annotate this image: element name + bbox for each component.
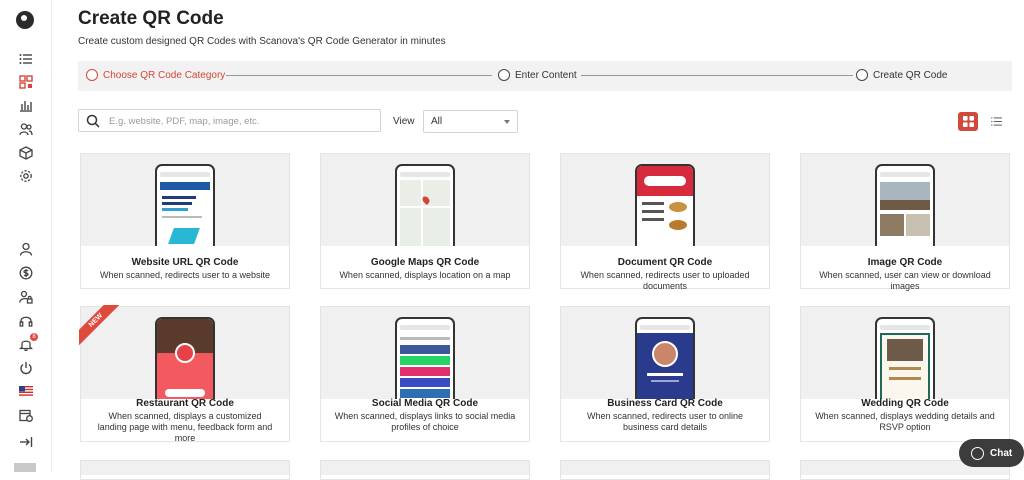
card-description: When scanned, displays links to social m… [334,411,516,432]
card-partial[interactable] [80,460,290,480]
card-description: When scanned, redirects user to online b… [586,411,744,432]
bell-icon[interactable]: 8 [18,333,38,352]
grid-view-toggle[interactable] [958,112,978,131]
card-image[interactable]: Image QR Code When scanned, user can vie… [800,153,1010,291]
step-label: Create QR Code [873,69,948,81]
card-description: When scanned, redirects user to uploaded… [580,270,750,291]
list-view-toggle[interactable] [986,112,1006,131]
step-create-qr[interactable]: Create QR Code [856,69,947,81]
card-social-media[interactable]: Social Media QR Code When scanned, displ… [320,306,530,442]
new-ribbon: NEW [79,305,123,349]
users-icon[interactable] [18,121,34,137]
step-circle-icon [498,69,510,81]
page-title: Create QR Code [78,8,224,29]
card-preview [801,307,1009,399]
qr-code-icon[interactable] [18,74,34,90]
card-title: Document QR Code [617,257,713,268]
phone-mockup [875,317,935,399]
view-select-value: All [431,116,443,127]
card-title: Google Maps QR Code [370,257,480,268]
chevron-down-icon [504,120,510,124]
analytics-icon[interactable] [18,97,34,113]
step-connector [581,75,853,76]
phone-mockup [395,164,455,246]
step-connector [226,75,492,76]
collapse-icon[interactable] [18,434,34,450]
search-icon [86,114,100,128]
card-title: Social Media QR Code [371,398,479,409]
card-title: Restaurant QR Code [136,398,234,409]
card-partial[interactable] [320,460,530,480]
calendar-icon[interactable] [18,407,34,423]
card-restaurant[interactable]: NEW Restaurant QR Code When scanned, dis… [79,305,290,443]
card-title: Wedding QR Code [861,398,949,409]
phone-mockup [155,164,215,246]
view-select[interactable]: All [423,110,518,133]
search-input[interactable] [109,113,369,129]
card-description: When scanned, redirects user to a websit… [99,270,271,280]
sidebar: 8 [0,0,52,472]
chat-button[interactable]: Chat [959,439,1024,467]
chat-bubble-icon [971,446,984,460]
card-preview [561,307,769,399]
headset-icon[interactable] [18,313,34,329]
progress-stepper: Choose QR Code Category Enter Content Cr… [78,61,1012,91]
card-document[interactable]: Document QR Code When scanned, redirects… [560,153,770,291]
card-description: When scanned, displays location on a map [339,270,511,280]
card-title: Image QR Code [867,257,943,268]
billing-icon[interactable] [18,265,34,281]
notification-badge: 8 [30,333,38,341]
page-subtitle: Create custom designed QR Codes with Sca… [78,36,446,47]
step-label: Enter Content [515,69,577,81]
user-lock-icon[interactable] [18,289,34,305]
card-preview [801,154,1009,246]
phone-mockup [875,164,935,246]
phone-mockup [155,317,215,399]
view-label: View [393,116,415,127]
step-choose-category[interactable]: Choose QR Code Category [86,69,225,81]
phone-mockup [395,317,455,399]
list-icon[interactable] [18,51,34,67]
card-website-url[interactable]: Website URL QR Code When scanned, redire… [80,153,290,289]
card-google-maps[interactable]: Google Maps QR Code When scanned, displa… [320,153,530,289]
card-description: When scanned, user can view or download … [819,270,991,291]
step-circle-icon [856,69,868,81]
card-preview [561,154,769,246]
box-icon[interactable] [18,145,34,161]
card-preview [321,154,529,246]
phone-mockup [635,317,695,399]
card-preview [321,307,529,399]
us-flag-icon[interactable] [18,383,34,399]
user-icon[interactable] [18,241,34,257]
grid-icon [962,116,974,127]
phone-mockup [635,164,695,246]
app-logo[interactable] [16,11,34,29]
step-label: Choose QR Code Category [103,69,226,81]
card-wedding[interactable]: Wedding QR Code When scanned, displays w… [800,306,1010,442]
card-partial[interactable] [560,460,770,480]
list-view-icon [990,117,1002,126]
power-icon[interactable] [18,360,34,376]
search-box [78,109,381,132]
horizontal-scrollbar[interactable] [14,463,36,472]
card-description: When scanned, displays a customized land… [97,411,273,443]
step-circle-icon [86,69,98,81]
gear-icon[interactable] [18,168,34,184]
card-preview [81,154,289,246]
step-enter-content[interactable]: Enter Content [498,69,577,81]
chat-label: Chat [990,447,1013,459]
card-title: Business Card QR Code [607,398,723,409]
card-business-card[interactable]: Business Card QR Code When scanned, redi… [560,306,770,442]
card-title: Website URL QR Code [131,257,239,268]
card-description: When scanned, displays wedding details a… [815,411,995,432]
